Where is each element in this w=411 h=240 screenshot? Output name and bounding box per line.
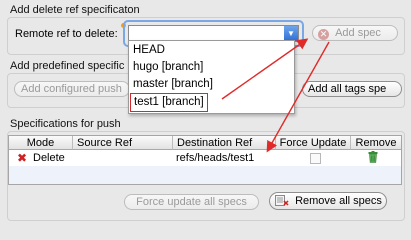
column-source-ref[interactable]: Source Ref (73, 136, 173, 150)
column-remove[interactable]: Remove (351, 136, 401, 150)
predefined-section-title: Add predefined specific (10, 60, 125, 72)
remove-all-specs-label: Remove all specs (295, 195, 382, 207)
column-force-update[interactable]: Force Update (276, 136, 351, 150)
remove-all-icon (275, 195, 289, 206)
specs-section-title: Specifications for push (10, 118, 121, 130)
chevron-down-icon[interactable]: ▼ (284, 26, 298, 41)
column-destination-ref[interactable]: Destination Ref (173, 136, 276, 150)
dropdown-item-master[interactable]: master [branch] (133, 76, 213, 93)
delete-x-icon: ✖ (17, 151, 28, 165)
row-mode: Delete (33, 152, 65, 164)
add-spec-button[interactable]: ✕ Add spec (312, 25, 398, 41)
add-all-tags-button[interactable]: Add all tags spe (302, 81, 402, 97)
remote-ref-label: Remote ref to delete: (15, 28, 118, 40)
column-mode[interactable]: Mode (9, 136, 73, 150)
content-assist-indicator (121, 23, 126, 28)
add-icon: ✕ (318, 29, 329, 40)
add-configured-push-label: Add configured push (21, 83, 122, 95)
remote-ref-dropdown: HEAD hugo [branch] master [branch] test1… (128, 40, 295, 114)
force-update-all-button[interactable]: Force update all specs (124, 194, 259, 210)
add-spec-label: Add spec (335, 27, 381, 39)
dropdown-item-hugo[interactable]: hugo [branch] (133, 59, 203, 76)
dropdown-item-head[interactable]: HEAD (133, 42, 165, 59)
delete-ref-section-title: Add delete ref specificaton (10, 4, 140, 16)
table-row-empty (9, 166, 401, 184)
dropdown-item-test1[interactable]: test1 [branch] (130, 93, 208, 112)
force-update-checkbox[interactable] (310, 153, 321, 164)
remove-all-specs-button[interactable]: Remove all specs (269, 192, 387, 210)
row-destination-ref[interactable]: refs/heads/test1 (176, 150, 254, 166)
add-all-tags-label: Add all tags spe (308, 83, 387, 95)
specs-table: Mode Source Ref Destination Ref Force Up… (8, 135, 402, 185)
add-configured-push-button[interactable]: Add configured push (14, 81, 130, 97)
force-update-all-label: Force update all specs (136, 196, 247, 208)
table-row[interactable]: ✖ Delete refs/heads/test1 (9, 150, 401, 166)
trash-icon[interactable] (368, 151, 378, 163)
